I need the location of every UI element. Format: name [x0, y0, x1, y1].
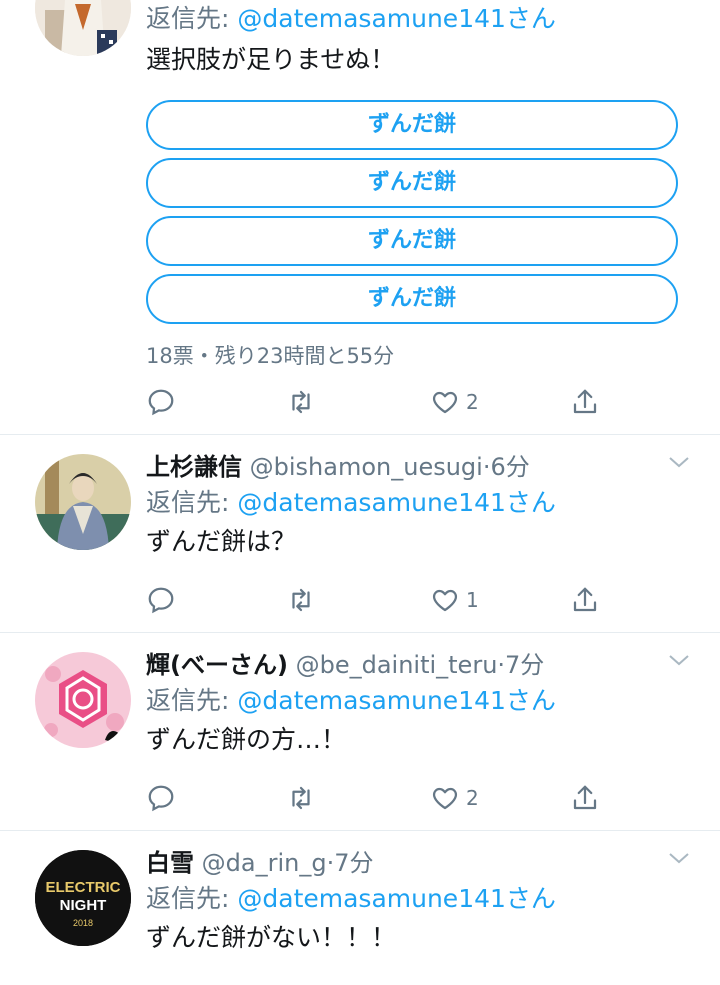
- share-icon: [573, 785, 597, 810]
- display-name[interactable]: 輝(べーさん): [146, 651, 288, 679]
- reply-to: 返信先: @datemasamune141さん: [146, 880, 690, 918]
- poll-option-2[interactable]: ずんだ餅: [146, 158, 678, 208]
- like-button[interactable]: 2: [430, 384, 479, 420]
- tweet-text: 選択肢が足りませぬ！: [146, 45, 396, 74]
- share-icon: [573, 587, 597, 612]
- retweet-button[interactable]: [286, 780, 316, 816]
- divider: [0, 632, 720, 633]
- avatar[interactable]: [35, 0, 131, 56]
- chevron-down-icon: [669, 655, 689, 666]
- reply-prefix: 返信先:: [146, 4, 238, 33]
- avatar[interactable]: ELECTRIC NIGHT 2018: [35, 850, 131, 946]
- tweet-menu-button[interactable]: [668, 652, 690, 671]
- svg-text:NIGHT: NIGHT: [60, 897, 107, 914]
- avatar-samurai-image: [35, 0, 131, 56]
- user-handle[interactable]: @da_rin_g: [202, 849, 327, 877]
- timestamp[interactable]: ·7分: [497, 651, 544, 679]
- tweet-2[interactable]: 輝(べーさん) @be_dainiti_teru·7分 返信先: @datema…: [0, 634, 720, 828]
- poll-option-3[interactable]: ずんだ餅: [146, 216, 678, 266]
- reply-mention-link[interactable]: @datemasamune141さん: [237, 884, 556, 913]
- heart-icon: [432, 589, 458, 612]
- share-button[interactable]: [570, 582, 600, 618]
- poll-meta: 18票・残り23時間と55分: [146, 344, 395, 368]
- retweet-button[interactable]: [286, 582, 316, 618]
- share-icon: [573, 389, 597, 414]
- reply-mention-link[interactable]: @datemasamune141さん: [237, 686, 556, 715]
- tweet-menu-button[interactable]: [668, 454, 690, 473]
- like-button[interactable]: 2: [430, 780, 479, 816]
- divider: [0, 830, 720, 831]
- svg-text:2018: 2018: [73, 918, 93, 928]
- tweet-1[interactable]: 上杉謙信 @bishamon_uesugi·6分 返信先: @datemasam…: [0, 436, 720, 630]
- avatar[interactable]: [35, 454, 131, 550]
- heart-icon: [432, 391, 458, 414]
- avatar-uesugi-image: [35, 454, 131, 550]
- poll-option-1[interactable]: ずんだ餅: [146, 100, 678, 150]
- retweet-icon: [292, 390, 310, 414]
- display-name[interactable]: 上杉謙信: [146, 453, 242, 481]
- reply-to: 返信先: @datemasamune141さん: [146, 0, 690, 38]
- user-handle[interactable]: @bishamon_uesugi: [250, 453, 483, 481]
- share-button[interactable]: [570, 780, 600, 816]
- tweet-text: ずんだ餅がない！！！: [146, 923, 397, 952]
- poll-option-4[interactable]: ずんだ餅: [146, 274, 678, 324]
- like-count: 2: [466, 390, 479, 414]
- share-button[interactable]: [570, 384, 600, 420]
- tweet-text: ずんだ餅は？: [146, 527, 297, 556]
- like-button[interactable]: 1: [430, 582, 479, 618]
- like-count: 1: [466, 588, 479, 612]
- tweet-header: 白雪 @da_rin_g·7分: [146, 846, 690, 880]
- tweet-text: ずんだ餅の方…！: [146, 725, 347, 754]
- tweet-3[interactable]: ELECTRIC NIGHT 2018 白雪 @da_rin_g·7分 返信先:…: [0, 832, 720, 985]
- reply-button[interactable]: [146, 582, 176, 618]
- reply-prefix: 返信先:: [146, 686, 238, 715]
- display-name[interactable]: 白雪: [146, 849, 194, 877]
- reply-prefix: 返信先:: [146, 884, 238, 913]
- divider: [0, 434, 720, 435]
- timestamp[interactable]: ·7分: [327, 849, 374, 877]
- reply-button[interactable]: [146, 780, 176, 816]
- reply-button[interactable]: [146, 384, 176, 420]
- reply-icon: [148, 389, 174, 416]
- retweet-icon: [292, 786, 310, 810]
- tweet-menu-button[interactable]: [668, 850, 690, 869]
- reply-to: 返信先: @datemasamune141さん: [146, 682, 690, 720]
- retweet-button[interactable]: [286, 384, 316, 420]
- tweet-actions: 2: [146, 384, 606, 420]
- reply-mention-link[interactable]: @datemasamune141さん: [237, 488, 556, 517]
- like-count: 2: [466, 786, 479, 810]
- reply-icon: [148, 785, 174, 812]
- reply-to: 返信先: @datemasamune141さん: [146, 484, 690, 522]
- avatar-electric-night-logo: ELECTRIC NIGHT 2018: [35, 850, 131, 946]
- tweet-header: 上杉謙信 @bishamon_uesugi·6分: [146, 450, 690, 484]
- avatar[interactable]: [35, 652, 131, 748]
- reply-prefix: 返信先:: [146, 488, 238, 517]
- svg-text:ELECTRIC: ELECTRIC: [46, 879, 121, 896]
- tweet-actions: 2: [146, 780, 606, 816]
- reply-icon: [148, 587, 174, 614]
- tweet-header: 輝(べーさん) @be_dainiti_teru·7分: [146, 648, 690, 682]
- tweet-actions: 1: [146, 582, 606, 618]
- chevron-down-icon: [669, 457, 689, 468]
- reply-mention-link[interactable]: @datemasamune141さん: [237, 4, 556, 33]
- retweet-icon: [292, 588, 310, 612]
- avatar-kamon-image: [35, 652, 131, 748]
- user-handle[interactable]: @be_dainiti_teru: [296, 651, 498, 679]
- chevron-down-icon: [669, 853, 689, 864]
- timestamp[interactable]: ·6分: [483, 453, 530, 481]
- heart-icon: [432, 787, 458, 810]
